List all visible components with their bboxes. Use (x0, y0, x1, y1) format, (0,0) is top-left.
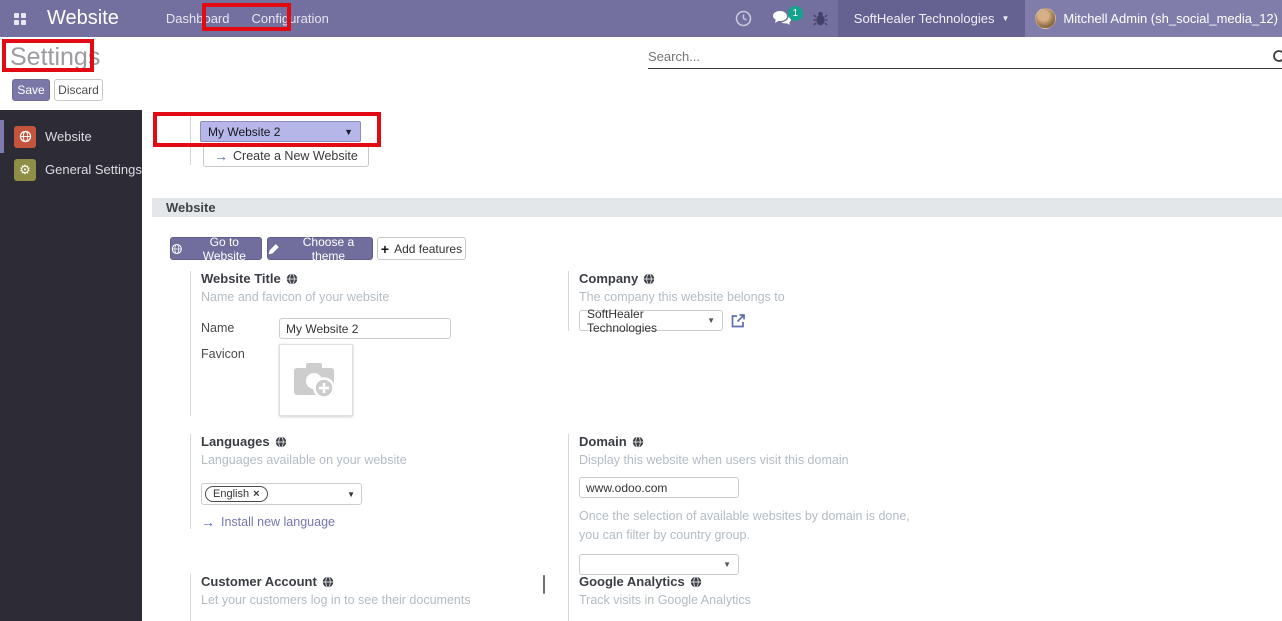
name-field-label: Name (201, 321, 235, 335)
language-tag: English × (205, 486, 268, 502)
choose-theme-button[interactable]: Choose a theme (267, 234, 373, 263)
favicon-field-label: Favicon (201, 347, 245, 361)
apps-menu-icon[interactable] (0, 0, 39, 37)
website-name-input[interactable] (279, 318, 451, 339)
setting-subtitle: Track visits in Google Analytics (579, 593, 751, 607)
arrow-right-icon: → (201, 514, 215, 530)
odoo-website-settings-page: Website Dashboard Configuration 1 SoftHe… (0, 0, 1282, 621)
plus-icon: + (380, 240, 390, 257)
caret-down-icon: ▼ (723, 559, 731, 569)
company-select[interactable]: SoftHealer Technologies ▼ (579, 307, 723, 335)
messages-icon[interactable]: 1 (762, 0, 803, 37)
setting-box-domain: Domain Display this website when users v… (568, 434, 938, 575)
setting-title: Languages (201, 434, 270, 449)
website-select-value: My Website 2 (208, 124, 281, 139)
globe-icon (171, 243, 182, 254)
language-tag-label: English (213, 488, 250, 500)
user-name: Mitchell Admin (sh_social_media_12) (1063, 11, 1278, 26)
setting-title: Customer Account (201, 574, 317, 589)
languages-multiselect[interactable]: English × ▼ (201, 483, 362, 505)
setting-subtitle: The company this website belongs to (579, 290, 785, 304)
setting-box-company: Company The company this website belongs… (568, 271, 928, 335)
doc-globe-icon[interactable] (643, 272, 655, 285)
website-app-icon (14, 125, 36, 148)
install-language-label: Install new language (221, 515, 335, 529)
setting-box-google-analytics: Google Analytics Track visits in Google … (543, 574, 928, 621)
user-menu[interactable]: Mitchell Admin (sh_social_media_12) (1025, 0, 1282, 37)
google-analytics-checkbox[interactable] (543, 575, 545, 594)
grid-icon (14, 12, 26, 25)
favicon-upload-box[interactable] (279, 344, 353, 416)
create-new-website-button[interactable]: → Create a New Website (203, 144, 369, 167)
go-to-website-button[interactable]: Go to Website (170, 234, 262, 263)
add-features-button[interactable]: + Add features (377, 237, 466, 260)
setting-subtitle: Languages available on your website (201, 453, 407, 467)
clock-icon (735, 10, 752, 27)
debug-bug-icon[interactable] (803, 0, 838, 37)
user-avatar (1035, 8, 1057, 29)
setting-subtitle: Name and favicon of your website (201, 290, 390, 304)
discard-button[interactable]: Discard (54, 79, 103, 101)
camera-plus-icon (294, 363, 335, 399)
setting-title: Domain (579, 434, 627, 449)
section-title: Website (166, 200, 216, 215)
arrow-right-icon: → (214, 147, 228, 164)
setting-box-customer-account: Customer Account Let your customers log … (190, 574, 550, 621)
setting-title: Website Title (201, 271, 281, 286)
sidebar-item-website[interactable]: Website (0, 120, 142, 153)
caret-down-icon: ▼ (707, 316, 715, 325)
search-icon[interactable] (1272, 49, 1282, 66)
save-button[interactable]: Save (12, 79, 50, 101)
company-switcher-menu[interactable]: SoftHealer Technologies ▼ (837, 0, 1026, 37)
bug-icon (813, 11, 828, 26)
setting-box-website-title: Website Title Name and favicon of your w… (190, 271, 550, 416)
page-title: Settings (10, 43, 101, 71)
setting-box-languages: Languages Languages available on your we… (190, 434, 550, 529)
external-link-icon[interactable] (730, 313, 746, 329)
country-group-select[interactable]: ▼ (579, 553, 739, 575)
brush-icon (268, 243, 279, 254)
sidebar-item-general-settings[interactable]: ⚙ General Settings (0, 153, 142, 186)
remove-tag-icon[interactable]: × (253, 488, 259, 500)
setting-title: Company (579, 271, 639, 286)
top-navbar: Website Dashboard Configuration 1 SoftHe… (0, 0, 1282, 37)
messages-count-badge: 1 (787, 6, 803, 21)
sidebar-item-label: General Settings (45, 162, 142, 177)
caret-down-icon: ▼ (344, 126, 353, 137)
setting-subtitle: Let your customers log in to see their d… (201, 593, 471, 607)
choose-theme-label: Choose a theme (302, 234, 355, 263)
activities-clock-icon[interactable] (725, 0, 762, 37)
company-name: SoftHealer Technologies (853, 11, 995, 26)
doc-globe-icon[interactable] (286, 272, 298, 285)
domain-help-text: Once the selection of available websites… (579, 509, 910, 543)
settings-sidebar: Website ⚙ General Settings (0, 110, 142, 621)
caret-down-icon: ▼ (347, 489, 355, 499)
sidebar-item-label: Website (45, 129, 92, 144)
section-header-website: Website (152, 198, 1282, 217)
search-input[interactable] (648, 44, 1248, 68)
go-to-website-label: Go to Website (202, 234, 246, 263)
website-select-dropdown[interactable]: My Website 2 ▼ (200, 121, 361, 142)
app-brand-title: Website (47, 7, 119, 29)
add-features-label: Add features (394, 241, 463, 256)
doc-globe-icon[interactable] (632, 435, 644, 448)
menu-configuration[interactable]: Configuration (241, 0, 340, 37)
install-language-link[interactable]: → Install new language (201, 515, 550, 529)
doc-globe-icon[interactable] (275, 435, 287, 448)
gear-icon: ⚙ (14, 158, 36, 181)
company-select-value: SoftHealer Technologies (587, 306, 658, 335)
setting-box-divider (190, 116, 191, 165)
chevron-down-icon: ▼ (1001, 13, 1010, 23)
doc-globe-icon[interactable] (690, 575, 702, 588)
doc-globe-icon[interactable] (322, 575, 334, 588)
menu-dashboard[interactable]: Dashboard (155, 0, 241, 37)
setting-subtitle: Display this website when users visit th… (579, 453, 849, 467)
create-new-website-label: Create a New Website (233, 148, 358, 163)
domain-input[interactable] (579, 477, 739, 498)
search-bar (648, 44, 1282, 69)
setting-title: Google Analytics (579, 574, 685, 589)
